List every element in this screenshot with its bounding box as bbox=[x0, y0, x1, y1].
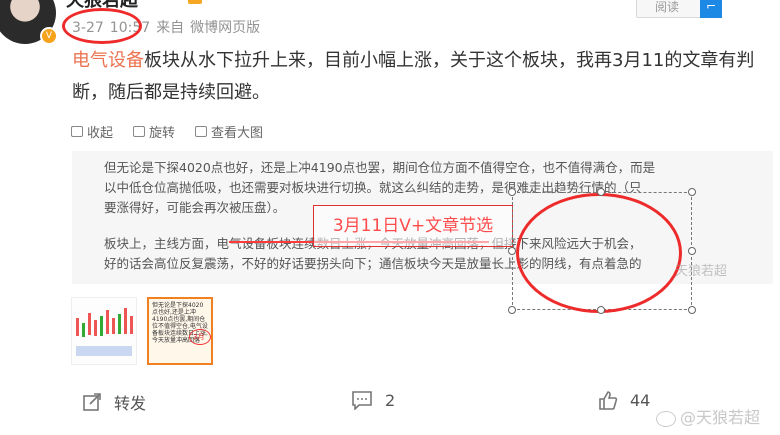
resize-handle[interactable] bbox=[508, 188, 516, 196]
comment-icon bbox=[352, 391, 372, 410]
rotate-icon bbox=[133, 126, 146, 137]
resize-handle[interactable] bbox=[688, 306, 696, 314]
article-line: 但无论是下探4020点也好，还是上冲4190点也罢，期间仓位方面不值得空仓，也不… bbox=[104, 160, 656, 175]
like-button[interactable]: 44 bbox=[598, 390, 650, 410]
candlestick-chart-icon bbox=[76, 308, 133, 356]
resize-handle[interactable] bbox=[688, 247, 696, 255]
view-large-icon bbox=[195, 126, 208, 137]
date-annotation-circle bbox=[62, 8, 142, 44]
post-content: 电气设备板块从水下拉升上来，目前小幅上涨，关于这个板块，我再3月11的文章有判断… bbox=[72, 45, 762, 109]
weibo-logo-icon bbox=[656, 410, 676, 427]
like-count: 44 bbox=[630, 390, 651, 410]
member-badge-icon bbox=[188, 0, 202, 4]
content-highlight[interactable]: 电气设备 bbox=[72, 50, 144, 71]
source-prefix: 来自 bbox=[156, 20, 185, 36]
repost-button[interactable]: 转发 bbox=[82, 390, 146, 414]
post-source[interactable]: 微博网页版 bbox=[190, 20, 260, 36]
content-text: 板块从水下拉升上来，目前小幅上涨，关于这个板块，我再3月11的文章有判断，随后都… bbox=[72, 50, 755, 103]
collapse-label: 收起 bbox=[87, 126, 114, 141]
verified-badge-icon: V bbox=[40, 27, 58, 45]
resize-handle[interactable] bbox=[597, 306, 605, 314]
thumbnail-chart[interactable] bbox=[71, 297, 137, 365]
weibo-watermark: @天狼若超 bbox=[656, 404, 760, 428]
resize-handle[interactable] bbox=[508, 306, 516, 314]
repost-label: 转发 bbox=[114, 394, 147, 413]
thumbnail-label: 3月 bbox=[193, 333, 205, 341]
image-watermark: 天狼若超 bbox=[675, 264, 728, 279]
media-toolbar: 收起 旋转 查看大图 bbox=[71, 122, 263, 141]
resize-handle[interactable] bbox=[597, 188, 605, 196]
comment-count: 2 bbox=[385, 390, 396, 410]
collapse-icon bbox=[71, 126, 83, 137]
watermark-text: @天狼若超 bbox=[680, 408, 761, 427]
repost-icon bbox=[83, 393, 101, 411]
collapse-button[interactable]: 收起 bbox=[71, 122, 113, 141]
read-dropdown-icon[interactable]: ⌐ bbox=[700, 0, 722, 18]
rotate-label: 旋转 bbox=[149, 126, 176, 141]
article-date-tag: 3月11日V+文章节选 bbox=[313, 205, 513, 247]
comment-button[interactable]: 2 bbox=[351, 390, 395, 410]
view-large-label: 查看大图 bbox=[211, 126, 264, 141]
resize-handle[interactable] bbox=[688, 188, 696, 196]
rotate-button[interactable]: 旋转 bbox=[133, 122, 175, 141]
thumbnail-article[interactable]: 但无论是下探4020点也好,还是上冲4190点也罢,期间仓位不值得空仓,电气设备… bbox=[147, 297, 213, 365]
resize-handle[interactable] bbox=[508, 247, 516, 255]
view-large-button[interactable]: 查看大图 bbox=[195, 122, 263, 141]
thumbs-up-icon bbox=[599, 391, 618, 410]
annotation-circle bbox=[516, 193, 682, 313]
